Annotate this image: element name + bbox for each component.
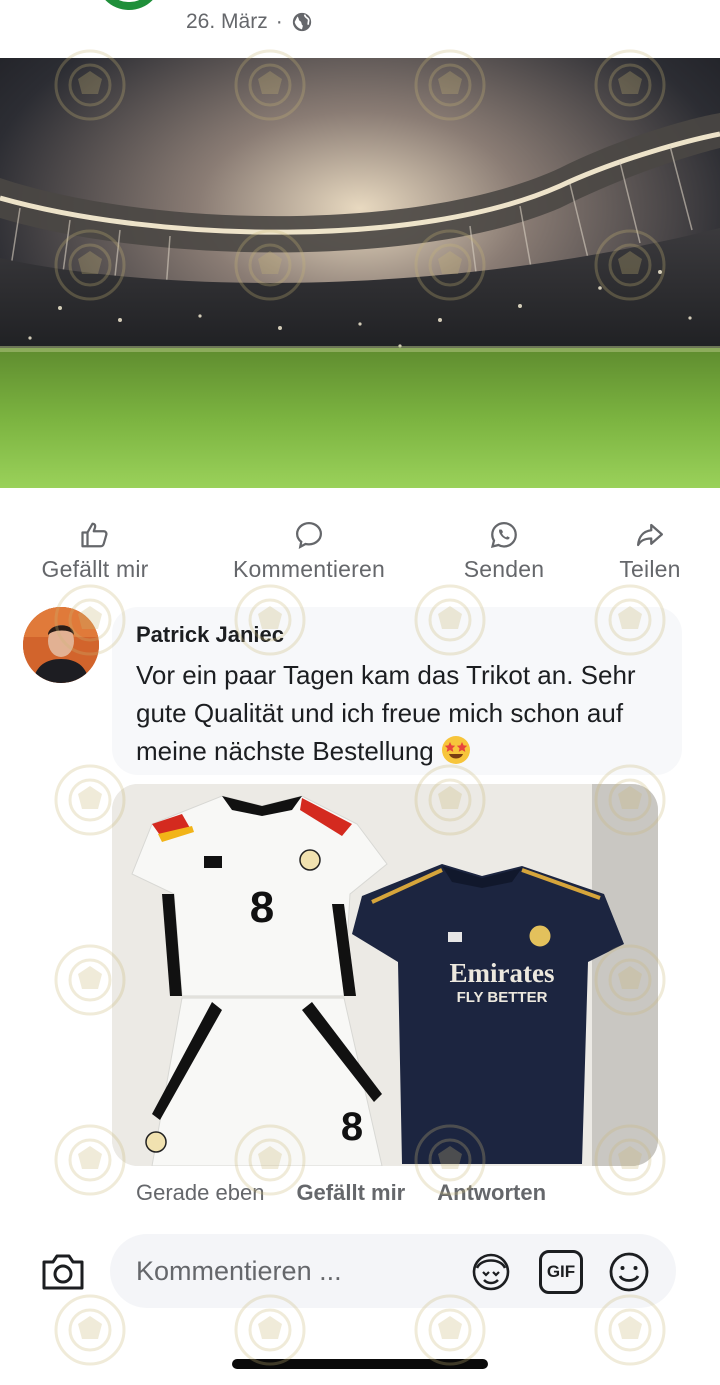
germany-shirt-number: 8	[250, 883, 274, 932]
send-button[interactable]: Senden	[456, 520, 552, 583]
home-indicator[interactable]	[232, 1359, 488, 1369]
page-avatar[interactable]	[96, 0, 162, 10]
share-button[interactable]: Teilen	[612, 520, 688, 583]
emoji-smiley-icon[interactable]	[607, 1250, 651, 1294]
comment-reply-link[interactable]: Antworten	[437, 1180, 546, 1206]
star-struck-emoji-icon	[441, 736, 470, 764]
avatar-sticker-icon[interactable]	[469, 1250, 513, 1294]
stadium-photo	[0, 58, 720, 488]
comment-body: Vor ein paar Tagen kam das Trikot an. Se…	[136, 660, 636, 766]
like-button[interactable]: Gefällt mir	[32, 520, 158, 583]
comment-bubble-icon	[295, 521, 323, 550]
comment-time: Gerade eben	[136, 1180, 265, 1205]
action-bar: Gefällt mir Kommentieren Senden Teilen	[0, 488, 720, 596]
avatar-photo	[23, 607, 99, 683]
meta-separator: ·	[275, 10, 283, 33]
like-label: Gefällt mir	[41, 556, 149, 582]
share-arrow-icon	[637, 523, 663, 547]
post-date[interactable]: 26. März	[186, 10, 268, 34]
camera-icon[interactable]	[40, 1252, 86, 1292]
germany-shorts-number: 8	[341, 1105, 363, 1149]
globe-icon	[292, 12, 311, 32]
germany-shirt: 8	[131, 795, 388, 997]
comment-photo[interactable]: 8 8 Emirates FLY BETTER	[112, 784, 658, 1166]
post-header: 26. März ·	[0, 0, 720, 58]
comment-composer: Kommentieren ... GIF	[0, 1226, 720, 1316]
sponsor-line2: FLY BETTER	[457, 989, 548, 1006]
share-label: Teilen	[619, 556, 681, 582]
comment-button[interactable]: Kommentieren	[220, 520, 398, 583]
post-meta: 26. März ·	[186, 10, 313, 34]
comment-label: Kommentieren	[233, 556, 385, 582]
jerseys-photo: 8 8 Emirates FLY BETTER	[112, 784, 658, 1166]
sponsor-line1: Emirates	[450, 958, 555, 988]
send-label: Senden	[463, 556, 545, 582]
commenter-avatar[interactable]	[23, 607, 99, 683]
comment-input-placeholder: Kommentieren ...	[136, 1256, 342, 1286]
thumbs-up-icon	[81, 522, 108, 548]
comment-meta: Gerade eben Gefällt mir Antworten	[136, 1180, 546, 1206]
comment-like-link[interactable]: Gefällt mir	[296, 1180, 405, 1206]
comment-text: Vor ein paar Tagen kam das Trikot an. Se…	[136, 656, 676, 770]
post-image[interactable]	[0, 58, 720, 488]
whatsapp-icon	[490, 521, 517, 549]
gif-label: GIF	[546, 1262, 576, 1281]
gif-button[interactable]: GIF	[539, 1250, 583, 1294]
germany-shorts: 8	[145, 997, 383, 1166]
comment-author[interactable]: Patrick Janiec	[136, 622, 284, 648]
